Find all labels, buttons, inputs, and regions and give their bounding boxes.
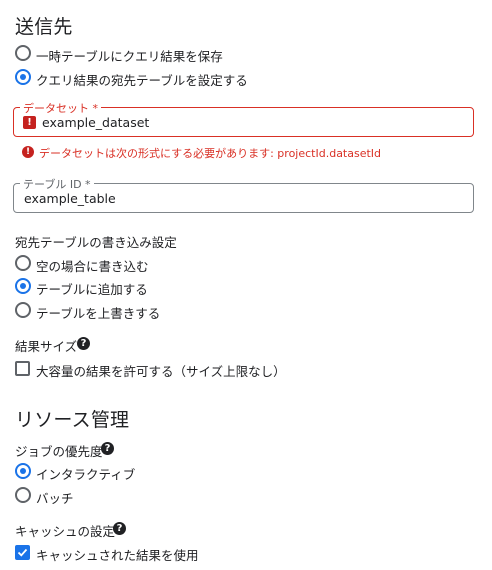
radio-interactive-label: インタラクティブ (36, 467, 136, 482)
dataset-field-legend-text: データセット (23, 102, 89, 115)
radio-icon[interactable] (15, 302, 31, 318)
dataset-error-text: データセットは次の形式にする必要があります: projectId.dataset… (39, 147, 382, 160)
checkbox-icon[interactable] (15, 361, 30, 376)
resource-management-heading: リソース管理 (15, 409, 130, 431)
radio-batch[interactable]: バッチ (15, 487, 215, 506)
help-circle-icon[interactable]: ? (113, 522, 126, 535)
dataset-field-legend: データセット * (20, 100, 101, 116)
radio-icon[interactable] (15, 463, 31, 479)
write-preference-label: 宛先テーブルの書き込み設定 (15, 235, 177, 250)
result-size-row: 結果サイズ ? (15, 336, 215, 354)
use-cached-results-label: キャッシュされた結果を使用 (36, 548, 199, 563)
radio-save-temp-table-label: 一時テーブルにクエリ結果を保存 (36, 49, 223, 64)
result-size-label: 結果サイズ (15, 339, 78, 354)
radio-icon[interactable] (15, 45, 31, 61)
cache-settings-row: キャッシュの設定 ? (15, 521, 215, 539)
allow-large-results-label: 大容量の結果を許可する（サイズ上限なし） (36, 364, 286, 379)
help-circle-icon[interactable]: ? (77, 337, 90, 350)
radio-icon[interactable] (15, 255, 31, 271)
radio-set-destination-table-label: クエリ結果の宛先テーブルを設定する (36, 73, 248, 88)
checkbox-icon[interactable] (15, 545, 30, 560)
check-mark-icon (17, 548, 28, 557)
dataset-input-value[interactable]: example_dataset (42, 115, 149, 130)
cache-settings-label: キャッシュの設定 (15, 524, 116, 539)
dataset-error-message: ! データセットは次の形式にする必要があります: projectId.datas… (22, 145, 482, 160)
radio-batch-label: バッチ (36, 491, 74, 506)
use-cached-results-checkbox[interactable]: キャッシュされた結果を使用 (15, 544, 275, 563)
table-id-field-legend: テーブル ID * (20, 176, 94, 192)
radio-write-if-empty[interactable]: 空の場合に書き込む (15, 255, 235, 274)
radio-set-destination-table[interactable]: クエリ結果の宛先テーブルを設定する (15, 69, 315, 88)
radio-icon[interactable] (15, 487, 31, 503)
job-priority-label: ジョブの優先度 (15, 444, 103, 459)
destination-heading: 送信先 (15, 16, 73, 38)
radio-overwrite-table-label: テーブルを上書きする (36, 306, 161, 321)
radio-interactive[interactable]: インタラクティブ (15, 463, 215, 482)
radio-save-temp-table[interactable]: 一時テーブルにクエリ結果を保存 (15, 45, 315, 64)
radio-write-if-empty-label: 空の場合に書き込む (36, 259, 149, 274)
error-icon: ! (22, 146, 34, 158)
error-icon: ! (23, 116, 36, 129)
radio-icon[interactable] (15, 69, 31, 85)
job-priority-row: ジョブの優先度 ? (15, 441, 215, 459)
radio-append-table-label: テーブルに追加する (36, 282, 148, 297)
radio-append-table[interactable]: テーブルに追加する (15, 278, 235, 297)
allow-large-results-checkbox[interactable]: 大容量の結果を許可する（サイズ上限なし） (15, 360, 315, 379)
table-id-input-value[interactable]: example_table (24, 191, 116, 206)
radio-icon[interactable] (15, 278, 31, 294)
help-circle-icon[interactable]: ? (101, 442, 114, 455)
required-mark: * (92, 102, 99, 115)
radio-overwrite-table[interactable]: テーブルを上書きする (15, 302, 235, 321)
